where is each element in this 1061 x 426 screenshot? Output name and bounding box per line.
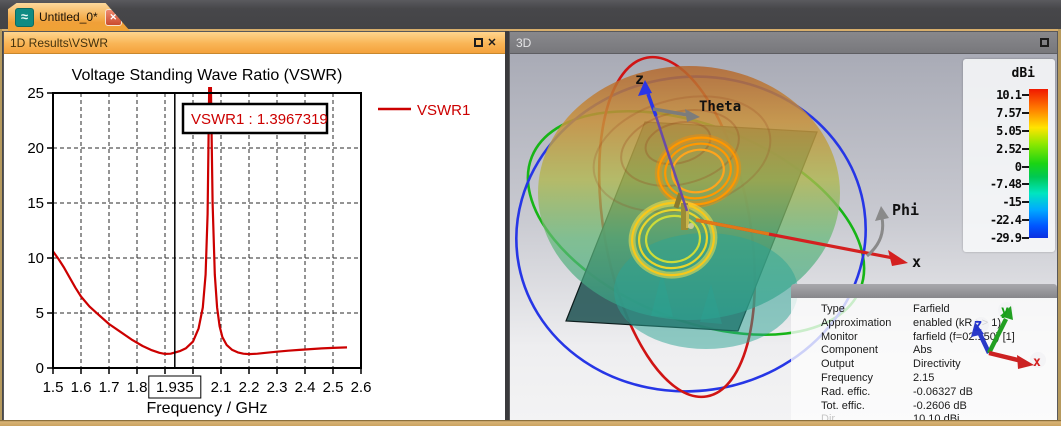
- tab-bar: [0, 0, 1061, 29]
- farfield-info-titlebar: [791, 284, 1057, 298]
- info-value: 10.10 dBi: [913, 413, 960, 420]
- colorbar-tick: [1022, 129, 1029, 132]
- info-row: Tot. effic. -0.2606 dB: [791, 400, 1057, 414]
- info-value: -0.06327 dB: [913, 385, 973, 398]
- view-3d-panel: 3D z Theta Phi x dBi 10.1 7.57 5.05 2.52…: [509, 31, 1058, 420]
- info-row: Rad. effic. -0.06327 dB: [791, 386, 1057, 400]
- x-axis-label: x: [912, 253, 921, 271]
- colorbar-tick: [1022, 165, 1029, 168]
- svg-text:1.5: 1.5: [43, 379, 64, 396]
- tab-title: Untitled_0*: [39, 10, 98, 24]
- vswr-chart-canvas[interactable]: Voltage Standing Wave Ratio (VSWR) Freque…: [4, 54, 505, 420]
- svg-text:1.8: 1.8: [127, 379, 148, 396]
- farfield-3d-viewport[interactable]: z Theta Phi x dBi 10.1 7.57 5.05 2.52 0 -7.48…: [510, 54, 1057, 420]
- colorbar-tick-label: -29.9: [989, 231, 1022, 245]
- maximize-icon[interactable]: [471, 36, 485, 50]
- info-row: Type Farfield: [791, 303, 1057, 317]
- results-1d-panel: 1D Results\VSWR ✕ Voltage Standing Wave …: [3, 31, 506, 420]
- farfield-info-table: Type Farfield Approximation enabled (kR >> …: [791, 298, 1057, 420]
- chart-title: Voltage Standing Wave Ratio (VSWR): [72, 67, 343, 84]
- results-1d-panel-header: 1D Results\VSWR ✕: [4, 32, 505, 54]
- colorbar: dBi 10.1 7.57 5.05 2.52 0 -7.48 -15 -22.4 -29.9: [963, 59, 1055, 252]
- svg-text:5: 5: [36, 305, 44, 322]
- info-value: 2.15: [913, 371, 935, 384]
- svg-text:15: 15: [27, 195, 44, 212]
- info-value: enabled (kR >> 1): [913, 316, 1002, 329]
- svg-text:2.6: 2.6: [351, 379, 372, 396]
- info-row: Approximation enabled (kR >> 1): [791, 317, 1057, 331]
- phi-arrow: [866, 206, 889, 258]
- colorbar-tick: [1022, 237, 1029, 239]
- info-label: Type: [821, 303, 845, 315]
- colorbar-tick: [1022, 183, 1029, 186]
- svg-text:1.6: 1.6: [71, 379, 92, 396]
- svg-text:25: 25: [27, 85, 44, 102]
- svg-text:10: 10: [27, 250, 44, 267]
- farfield-info-box: Type Farfield Approximation enabled (kR >> …: [791, 284, 1057, 420]
- svg-text:2.1: 2.1: [211, 379, 232, 396]
- colorbar-tick: [1022, 147, 1029, 150]
- colorbar-tick-label: -22.4: [989, 213, 1022, 228]
- svg-text:20: 20: [27, 140, 44, 157]
- info-label: Approximation: [821, 316, 892, 329]
- phi-axis-label: Phi: [892, 201, 919, 219]
- colorbar-tick-label: 10.1: [996, 88, 1022, 102]
- cst-application-window: ≈ Untitled_0* ✕ 1D Results\VSWR ✕ Voltag…: [0, 0, 1061, 426]
- info-row: Dir. 10.10 dBi: [791, 413, 1057, 420]
- view-3d-panel-header: 3D: [510, 32, 1057, 54]
- colorbar-tick: [1022, 201, 1029, 204]
- vswr-chart: Voltage Standing Wave Ratio (VSWR) Freque…: [27, 67, 470, 417]
- colorbar-tick: [1022, 94, 1029, 96]
- legend-series-label: VSWR1: [417, 102, 470, 119]
- info-row: Output Directivity: [791, 358, 1057, 372]
- close-icon[interactable]: ✕: [485, 36, 499, 50]
- colorbar-tick-label: 5.05: [996, 123, 1022, 138]
- info-row: Frequency 2.15: [791, 372, 1057, 386]
- panel-title: 3D: [516, 35, 532, 50]
- panel-title: 1D Results\VSWR: [10, 35, 109, 50]
- svg-text:2.3: 2.3: [267, 379, 288, 396]
- info-label: Rad. effic.: [821, 385, 871, 398]
- info-value: -0.2606 dB: [913, 399, 967, 412]
- window-border-bottom: [0, 420, 1061, 426]
- info-label: Tot. effic.: [821, 399, 865, 412]
- svg-text:2.5: 2.5: [323, 379, 344, 396]
- info-label: Output: [821, 358, 855, 371]
- axis-marker-value: 1.935: [156, 379, 194, 396]
- info-value: Abs: [913, 344, 932, 357]
- info-label: Component: [821, 344, 878, 357]
- info-label: Monitor: [821, 330, 858, 343]
- theta-axis-label: Theta: [699, 99, 741, 115]
- colorbar-tick-label: 2.52: [996, 141, 1022, 156]
- info-label: Frequency: [821, 371, 873, 384]
- x-axis-title: Frequency / GHz: [147, 400, 268, 417]
- svg-text:2.4: 2.4: [295, 379, 316, 396]
- info-label: Dir.: [821, 413, 838, 420]
- colorbar-tick: [1022, 219, 1029, 222]
- marker-readout-text: VSWR1 : 1.3967319: [191, 111, 328, 128]
- colorbar-tick: [1022, 111, 1029, 114]
- colorbar-gradient: [1029, 89, 1048, 238]
- svg-text:0: 0: [36, 360, 44, 377]
- colorbar-tick-label: -15: [1002, 195, 1022, 210]
- info-row: Component Abs: [791, 344, 1057, 358]
- waves-icon: ≈: [15, 7, 34, 27]
- colorbar-tick-label: -7.48: [989, 177, 1022, 192]
- svg-text:2.2: 2.2: [239, 379, 260, 396]
- svg-text:1.7: 1.7: [99, 379, 120, 396]
- colorbar-tick-label: 0: [1014, 159, 1022, 174]
- window-border-left: [0, 29, 2, 426]
- colorbar-tick-label: 7.57: [996, 105, 1022, 120]
- info-value: farfield (f=02.150) [1]: [913, 330, 1015, 343]
- info-value: Farfield: [913, 303, 950, 315]
- info-row: Monitor farfield (f=02.150) [1]: [791, 331, 1057, 345]
- z-axis-label: z: [635, 70, 644, 88]
- colorbar-title: dBi: [1011, 66, 1035, 81]
- maximize-icon[interactable]: [1037, 36, 1051, 50]
- info-value: Directivity: [913, 358, 961, 371]
